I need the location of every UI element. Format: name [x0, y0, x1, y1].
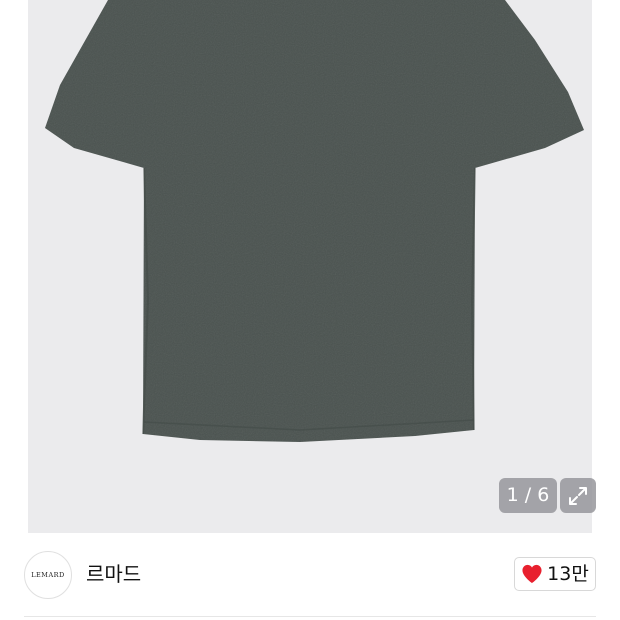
image-index-counter: 1 / 6: [499, 478, 557, 513]
seller-bar: LEMARD 르마드 13만: [0, 533, 620, 620]
seller-logo-text: LEMARD: [31, 571, 65, 579]
seller-avatar[interactable]: LEMARD: [24, 551, 72, 599]
expand-arrows-icon: [569, 486, 587, 505]
seller-name[interactable]: 르마드: [86, 561, 141, 587]
like-count: 13만: [547, 563, 589, 585]
divider: [24, 616, 596, 617]
heart-icon: [522, 564, 542, 584]
product-image-gallery[interactable]: 1 / 6: [0, 0, 620, 533]
expand-image-button[interactable]: [560, 478, 596, 513]
product-image-tshirt: [45, 0, 584, 442]
like-button[interactable]: 13만: [514, 557, 596, 591]
